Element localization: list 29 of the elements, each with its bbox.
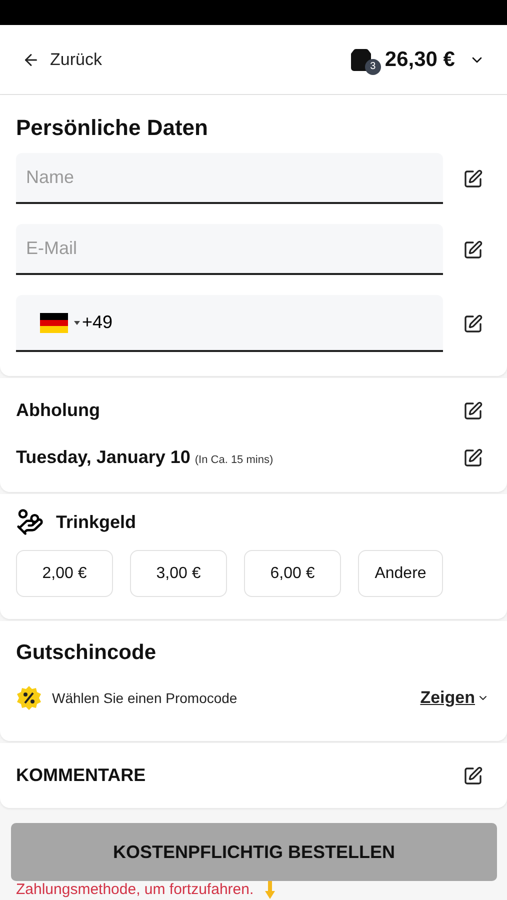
tip-option[interactable]: 3,00 €	[130, 550, 227, 597]
phone-input[interactable]: +49	[82, 295, 433, 350]
edit-button[interactable]	[463, 240, 483, 260]
edit-button[interactable]	[463, 766, 483, 786]
tip-option[interactable]: Andere	[358, 550, 443, 597]
promo-prompt: Wählen Sie einen Promocode	[52, 690, 238, 706]
input-field[interactable]: E-Mail	[16, 224, 443, 273]
cart-button[interactable]: 3 26,30 €	[348, 46, 485, 72]
caret-icon	[74, 320, 80, 324]
edit-button[interactable]	[463, 168, 483, 188]
section-title: Gutschincode	[16, 641, 158, 665]
edit-button[interactable]	[463, 400, 483, 420]
back-link[interactable]: Zurück	[22, 50, 102, 70]
tip-option[interactable]: 6,00 €	[244, 550, 341, 597]
section-title: Persönliche Daten	[16, 115, 209, 141]
pickup-time: Tuesday, January 10 (In Ca. 15 mins)	[16, 447, 274, 468]
discount-badge-icon	[16, 685, 42, 711]
section-title: Trinkgeld	[56, 512, 136, 532]
tip-option[interactable]: 2,00 €	[16, 550, 113, 597]
input-field[interactable]: Name	[16, 153, 443, 202]
show-link[interactable]: Zeigen	[420, 688, 489, 708]
hand-money-icon	[16, 508, 44, 536]
warning-text: Zahlungsmethode, um fortzufahren.	[16, 882, 254, 896]
edit-button[interactable]	[463, 314, 483, 334]
phone-field[interactable]: +49	[16, 295, 443, 352]
edit-button[interactable]	[463, 448, 483, 468]
section-title: KOMMENTARE	[16, 765, 146, 786]
section-title: Abholung	[16, 400, 100, 421]
germany-flag-icon	[40, 312, 68, 332]
